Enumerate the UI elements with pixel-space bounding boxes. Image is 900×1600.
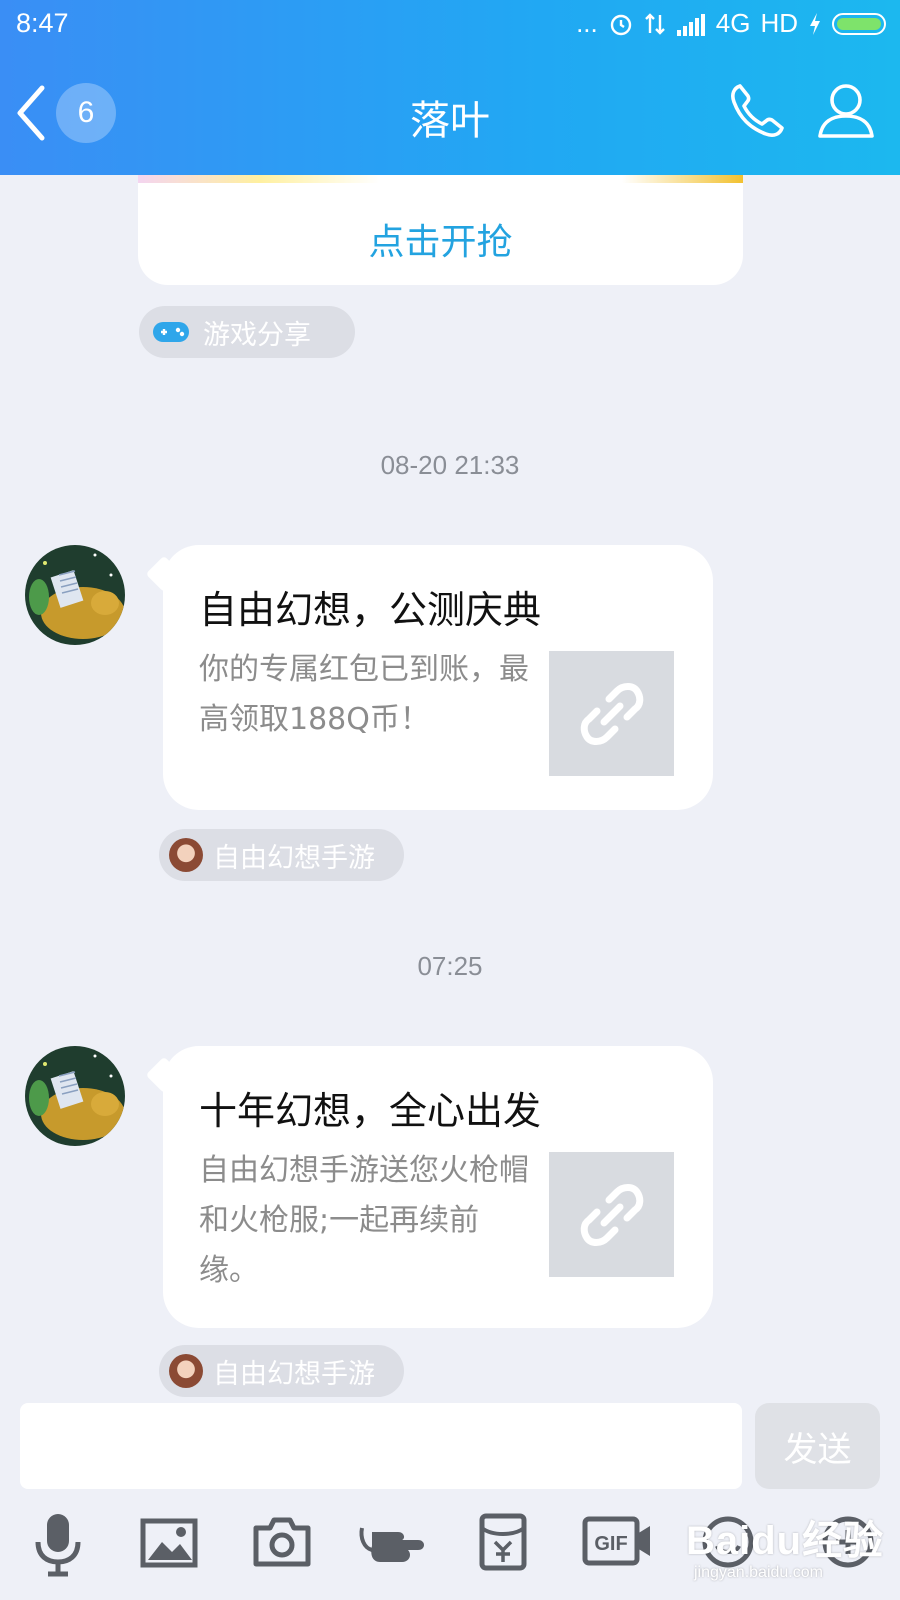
watermark-url: jingyan.baidu.com (694, 1564, 823, 1581)
gif-icon[interactable]: GIF (582, 1516, 654, 1568)
chat-header: 8:47 ... 4G HD 6 落叶 (0, 0, 900, 175)
card-image-strip (138, 175, 743, 183)
link-thumbnail (549, 1152, 674, 1277)
message-bubble-2[interactable]: 十年幻想，全心出发 自由幻想手游送您火枪帽和火枪服;一起再续前缘。 (163, 1046, 713, 1328)
microphone-icon[interactable] (30, 1510, 86, 1578)
battery-icon (832, 12, 886, 35)
message-title: 十年幻想，全心出发 (199, 1089, 542, 1133)
source-chip[interactable]: 自由幻想手游 (159, 1345, 404, 1397)
source-avatar (169, 1354, 203, 1388)
source-chip[interactable]: 自由幻想手游 (159, 829, 404, 881)
game-share-chip[interactable]: 游戏分享 (139, 306, 355, 358)
message-bubble-1[interactable]: 自由幻想，公测庆典 你的专属红包已到账，最高领取188Q币！ (163, 545, 713, 810)
charging-icon (810, 12, 820, 35)
source-avatar (169, 838, 203, 872)
game-share-label: 游戏分享 (203, 319, 311, 351)
alarm-icon (610, 14, 631, 35)
phone-icon[interactable] (726, 80, 788, 142)
gamepad-icon (153, 322, 189, 342)
status-bar: 8:47 ... 4G HD (0, 0, 900, 52)
source-label: 自由幻想手游 (213, 842, 375, 874)
game-share-card[interactable]: 点击开抢 (138, 175, 743, 285)
watermark-main: Baidu经验 (686, 1519, 885, 1563)
contact-avatar[interactable] (25, 1046, 125, 1146)
baidu-watermark: Baidu经验 jingyan.baidu.com (686, 1508, 885, 1581)
link-thumbnail (549, 651, 674, 776)
message-description: 你的专属红包已到账，最高领取188Q币！ (199, 652, 529, 737)
status-time: 8:47 (16, 8, 69, 38)
timestamp: 08-20 21:33 (380, 450, 520, 480)
status-dots: ... (576, 8, 598, 38)
poke-icon[interactable] (358, 1522, 430, 1568)
link-icon (580, 682, 643, 745)
gif-label: GIF (594, 1533, 627, 1555)
send-button[interactable]: 发送 (755, 1403, 880, 1489)
camera-icon[interactable] (252, 1516, 312, 1568)
hd-indicator: HD (760, 8, 798, 38)
signal-icon (676, 13, 705, 36)
profile-icon[interactable] (816, 80, 876, 142)
message-description: 自由幻想手游送您火枪帽和火枪服;一起再续前缘。 (199, 1153, 529, 1288)
link-icon (580, 1183, 643, 1246)
timestamp: 07:25 (417, 951, 483, 981)
network-type: 4G (715, 8, 751, 38)
source-label: 自由幻想手游 (213, 1358, 375, 1390)
data-arrows-icon (644, 12, 665, 35)
message-title: 自由幻想，公测庆典 (199, 588, 542, 632)
contact-avatar[interactable] (25, 545, 125, 645)
red-envelope-icon[interactable] (478, 1512, 528, 1572)
image-icon[interactable] (140, 1518, 198, 1568)
status-indicators: ... 4G HD (576, 8, 886, 39)
message-input[interactable] (20, 1403, 742, 1489)
grab-button[interactable]: 点击开抢 (138, 213, 743, 265)
